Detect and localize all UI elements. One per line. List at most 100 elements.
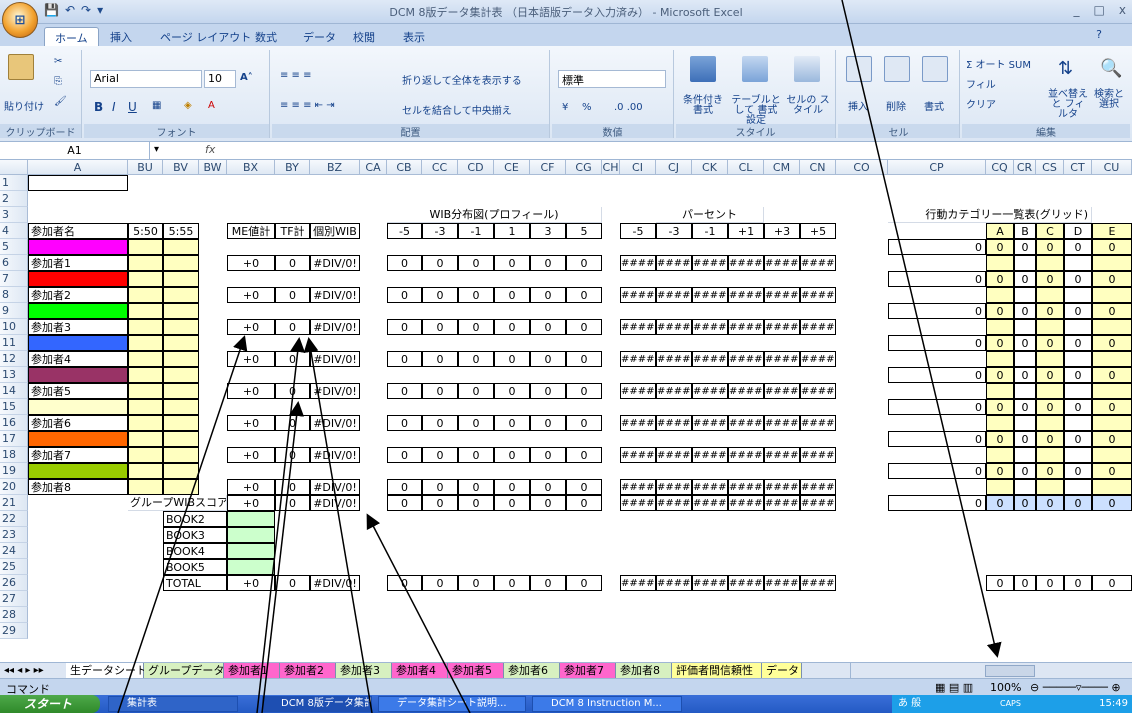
category-count[interactable]: 0 [1092, 239, 1132, 255]
total-me[interactable]: +0 [227, 575, 275, 591]
cut-icon[interactable]: ✂ [54, 56, 62, 67]
header-tf-total[interactable]: TF計 [275, 223, 310, 239]
row-header-8[interactable]: 8 [0, 287, 28, 303]
row-header-13[interactable]: 13 [0, 367, 28, 383]
group-category-total[interactable]: 0 [888, 495, 986, 511]
cell-a1-selected[interactable] [28, 175, 128, 191]
group-me-total[interactable]: +0 [227, 495, 275, 511]
cell-bu8[interactable] [128, 287, 163, 303]
individual-wib-value[interactable]: #DIV/0! [310, 447, 360, 463]
category-blank[interactable] [986, 255, 1014, 271]
percent-value[interactable]: ##### [800, 447, 836, 463]
category-total[interactable]: 0 [888, 303, 986, 319]
percent-value[interactable]: ##### [800, 255, 836, 271]
total-percent-value[interactable]: ##### [620, 575, 656, 591]
fill-button[interactable]: フィル [966, 76, 996, 91]
tab-data[interactable]: データ [293, 27, 346, 46]
me-total-value[interactable]: +0 [227, 479, 275, 495]
percent-value[interactable]: ##### [728, 287, 764, 303]
category-count[interactable]: 0 [1092, 463, 1132, 479]
category-count[interactable]: 0 [986, 303, 1014, 319]
percent-button[interactable]: % [582, 102, 592, 113]
percent-bin-header[interactable]: +1 [728, 223, 764, 239]
category-count[interactable]: 0 [1064, 463, 1092, 479]
copy-icon[interactable]: ⎘ [54, 76, 62, 87]
header-time-2[interactable]: 5:55 [163, 223, 199, 239]
sort-filter-button[interactable]: 並べ替えと フィルタ [1048, 90, 1088, 120]
column-header-ci[interactable]: CI [620, 160, 656, 175]
percent-value[interactable]: ##### [656, 415, 692, 431]
group-percent-value[interactable]: ##### [692, 495, 728, 511]
row-header-14[interactable]: 14 [0, 383, 28, 399]
wib-count[interactable]: 0 [530, 351, 566, 367]
maximize-button[interactable]: □ [1094, 3, 1105, 17]
percent-value[interactable]: ##### [692, 351, 728, 367]
wib-count[interactable]: 0 [530, 319, 566, 335]
category-count[interactable]: 0 [1036, 271, 1064, 287]
total-wib-count[interactable]: 0 [458, 575, 494, 591]
wib-bin-header[interactable]: 1 [494, 223, 530, 239]
column-header-cn[interactable]: CN [800, 160, 836, 175]
book-label[interactable]: BOOK2 [163, 511, 227, 527]
column-header-cr[interactable]: CR [1014, 160, 1036, 175]
group-percent-value[interactable]: ##### [620, 495, 656, 511]
fill-color-icon[interactable]: ◈ [184, 100, 192, 111]
category-letter-header[interactable]: A [986, 223, 1014, 239]
sheet-tab-9[interactable]: 参加者7 [560, 663, 616, 679]
sheet-tab-5[interactable]: 参加者3 [336, 663, 392, 679]
individual-wib-value[interactable]: #DIV/0! [310, 351, 360, 367]
font-color-icon[interactable]: A [208, 100, 215, 111]
column-header-bx[interactable]: BX [227, 160, 275, 175]
percent-value[interactable]: ##### [800, 415, 836, 431]
task-item-4[interactable]: DCM 8 Instruction M... [532, 696, 682, 712]
row-header-27[interactable]: 27 [0, 591, 28, 607]
total-percent-value[interactable]: ##### [692, 575, 728, 591]
participant-name[interactable]: 参加者5 [28, 383, 128, 399]
wib-count[interactable]: 0 [566, 383, 602, 399]
column-header-ca[interactable]: CA [360, 160, 387, 175]
row-header-20[interactable]: 20 [0, 479, 28, 495]
delete-cells-icon[interactable] [884, 56, 910, 82]
percent-value[interactable]: ##### [764, 319, 800, 335]
start-button[interactable]: スタート [0, 695, 100, 713]
wib-count[interactable]: 0 [387, 255, 422, 271]
cell-bu6[interactable] [128, 255, 163, 271]
category-blank[interactable] [1036, 383, 1064, 399]
percent-value[interactable]: ##### [620, 319, 656, 335]
category-total[interactable]: 0 [888, 239, 986, 255]
category-count[interactable]: 0 [986, 367, 1014, 383]
category-blank[interactable] [1064, 287, 1092, 303]
participant-color-swatch[interactable] [28, 367, 128, 383]
category-blank[interactable] [1092, 415, 1132, 431]
category-count[interactable]: 0 [986, 335, 1014, 351]
book-me-cell[interactable] [227, 511, 275, 527]
column-header-cc[interactable]: CC [422, 160, 458, 175]
cell-bv15[interactable] [163, 399, 199, 415]
format-cells-button[interactable]: 書式 [924, 98, 944, 113]
group-wib-count[interactable]: 0 [530, 495, 566, 511]
category-blank[interactable] [1064, 415, 1092, 431]
sheet-tab-3[interactable]: 参加者1 [224, 663, 280, 679]
column-header-cj[interactable]: CJ [656, 160, 692, 175]
percent-value[interactable]: ##### [620, 383, 656, 399]
font-size-combo[interactable]: 10 [204, 70, 236, 88]
wib-count[interactable]: 0 [566, 319, 602, 335]
tf-total-value[interactable]: 0 [275, 479, 310, 495]
percent-value[interactable]: ##### [800, 287, 836, 303]
category-count[interactable]: 0 [1092, 335, 1132, 351]
percent-value[interactable]: ##### [764, 383, 800, 399]
sheet-tab-7[interactable]: 参加者5 [448, 663, 504, 679]
sheet-tab-11[interactable]: 評価者間信頼性 [672, 663, 762, 679]
wib-count[interactable]: 0 [422, 255, 458, 271]
percent-value[interactable]: ##### [692, 447, 728, 463]
cell-bu5[interactable] [128, 239, 163, 255]
border-icon[interactable]: ▦ [152, 100, 161, 111]
wib-count[interactable]: 0 [387, 319, 422, 335]
individual-wib-value[interactable]: #DIV/0! [310, 479, 360, 495]
wib-count[interactable]: 0 [458, 351, 494, 367]
group-wib-count[interactable]: 0 [422, 495, 458, 511]
category-blank[interactable] [1064, 319, 1092, 335]
cell-bu10[interactable] [128, 319, 163, 335]
category-count[interactable]: 0 [1036, 463, 1064, 479]
category-count[interactable]: 0 [1014, 431, 1036, 447]
